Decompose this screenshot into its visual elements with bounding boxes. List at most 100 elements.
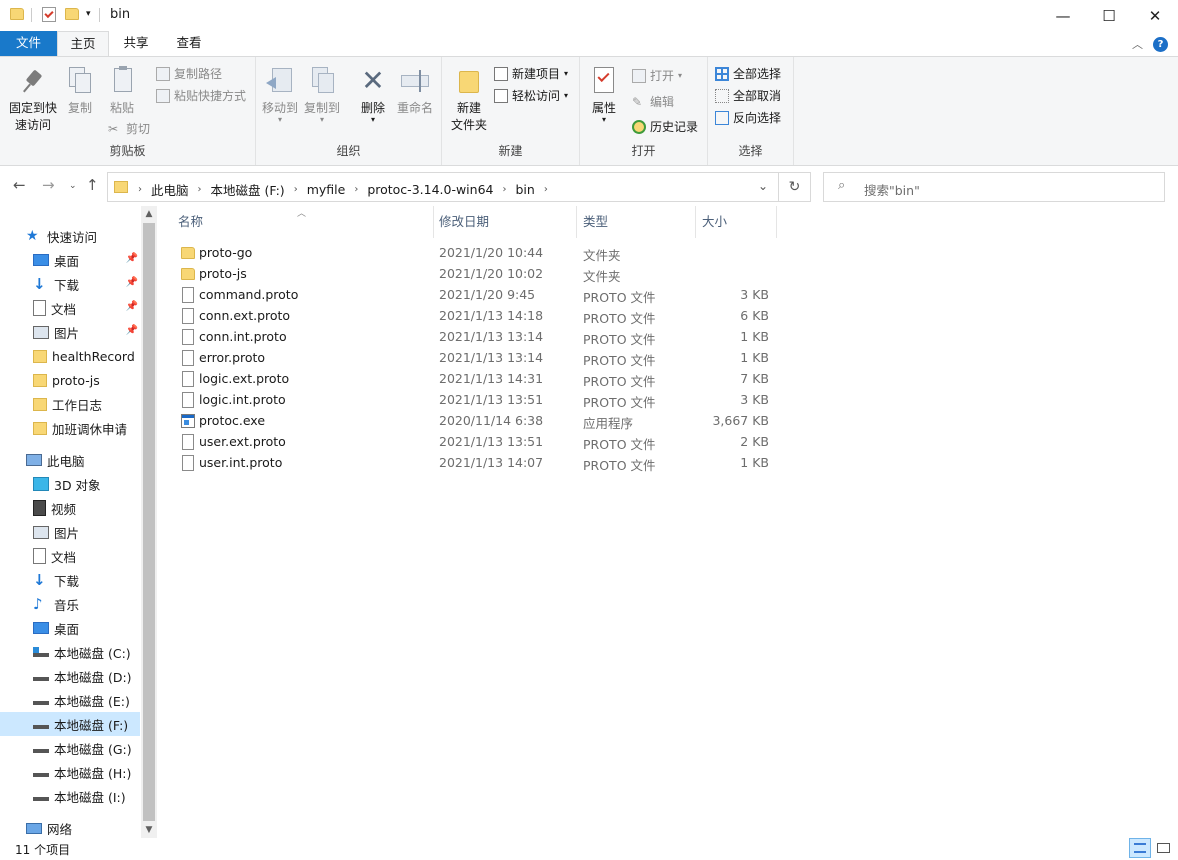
pin-icon[interactable]: 📌 <box>126 277 138 288</box>
invert-selection-button[interactable]: 反向选择 <box>715 109 781 126</box>
collapse-ribbon-icon[interactable]: ︿ <box>1132 36 1143 52</box>
table-row[interactable]: conn.int.proto 2021/1/13 13:14 PROTO 文件 1 K… <box>173 326 777 347</box>
copy-button[interactable]: 复制 <box>62 65 98 117</box>
table-row[interactable]: proto-go 2021/1/20 10:44 文件夹 <box>173 242 777 263</box>
move-to-button[interactable]: 移动到 ▾ <box>260 65 300 124</box>
scroll-down-icon[interactable]: ▼ <box>141 822 157 838</box>
sidebar-network[interactable]: 网络 <box>0 816 140 840</box>
large-icons-view-button[interactable] <box>1152 838 1174 858</box>
sidebar-item-drive-c[interactable]: 本地磁盘 (C:) <box>0 640 140 664</box>
sidebar-item-work-log[interactable]: 工作日志 <box>0 392 140 416</box>
new-folder-quick-icon[interactable] <box>65 8 79 20</box>
computer-icon <box>26 454 42 466</box>
refresh-icon[interactable]: ↻ <box>779 172 811 202</box>
sidebar-item-drive-d[interactable]: 本地磁盘 (D:) <box>0 664 140 688</box>
tab-share[interactable]: 共享 <box>110 31 162 56</box>
edit-button[interactable]: ✎ 编辑 <box>632 93 674 110</box>
search-input[interactable]: 搜索"bin" <box>864 180 920 199</box>
sidebar-item-3d-objects[interactable]: 3D 对象 <box>0 472 140 496</box>
maximize-button[interactable]: ☐ <box>1086 0 1132 31</box>
new-folder-button[interactable]: 新建 文件夹 <box>446 65 492 134</box>
table-row[interactable]: logic.int.proto 2021/1/13 13:51 PROTO 文件 3 … <box>173 389 777 410</box>
details-view-button[interactable] <box>1129 838 1151 858</box>
crumb-this-pc[interactable]: 此电脑 <box>151 180 189 199</box>
select-none-button[interactable]: 全部取消 <box>715 87 781 104</box>
paste-button[interactable]: 粘贴 <box>102 65 142 117</box>
tab-file[interactable]: 文件 <box>0 31 57 56</box>
sidebar-item-downloads[interactable]: ↓ 下载 📌 <box>0 272 140 296</box>
sidebar-item-music[interactable]: ♪ 音乐 <box>0 592 140 616</box>
sidebar-item-drive-f[interactable]: 本地磁盘 (F:) <box>0 712 140 736</box>
sidebar-item-proto-js[interactable]: proto-js <box>0 368 140 392</box>
address-dropdown-icon[interactable]: ⌄ <box>758 179 768 193</box>
forward-arrow-icon[interactable]: → <box>42 176 55 194</box>
sidebar-item-videos[interactable]: 视频 <box>0 496 140 520</box>
easy-access-button[interactable]: 轻松访问 ▾ <box>494 87 568 104</box>
paste-shortcut-button[interactable]: 粘贴快捷方式 <box>156 87 246 104</box>
column-header-name[interactable]: 名称 <box>172 206 434 238</box>
pin-icon[interactable]: 📌 <box>126 253 138 264</box>
table-row[interactable]: protoc.exe 2020/11/14 6:38 应用程序 3,667 KB <box>173 410 777 431</box>
cut-button[interactable]: ✂ 剪切 <box>108 120 150 137</box>
sidebar-item-drive-e[interactable]: 本地磁盘 (E:) <box>0 688 140 712</box>
select-all-button[interactable]: 全部选择 <box>715 65 781 82</box>
rename-button[interactable]: 重命名 <box>394 65 436 117</box>
sidebar-item-pc-downloads[interactable]: ↓ 下载 <box>0 568 140 592</box>
tab-view[interactable]: 查看 <box>162 31 216 56</box>
sidebar-scrollbar[interactable]: ▲ ▼ <box>141 206 157 838</box>
customize-quick-access-icon[interactable]: ▾ <box>86 9 91 19</box>
table-row[interactable]: user.int.proto 2021/1/13 14:07 PROTO 文件 1 K… <box>173 452 777 473</box>
table-row[interactable]: command.proto 2021/1/20 9:45 PROTO 文件 3 KB <box>173 284 777 305</box>
crumb-bin[interactable]: bin <box>515 182 534 197</box>
table-row[interactable]: conn.ext.proto 2021/1/13 14:18 PROTO 文件 6 K… <box>173 305 777 326</box>
sidebar-item-healthrecord[interactable]: healthRecord <box>0 344 140 368</box>
sidebar-item-pictures[interactable]: 图片 📌 <box>0 320 140 344</box>
sidebar-item-pc-pictures[interactable]: 图片 <box>0 520 140 544</box>
help-icon[interactable]: ? <box>1153 36 1168 52</box>
crumb-protoc[interactable]: protoc-3.14.0-win64 <box>367 182 493 197</box>
close-button[interactable]: ✕ <box>1132 0 1178 31</box>
pin-quick-access-button[interactable]: 固定到快 速访问 <box>6 65 60 134</box>
scroll-up-icon[interactable]: ▲ <box>141 206 157 222</box>
sidebar-item-desktop[interactable]: 桌面 📌 <box>0 248 140 272</box>
address-bar[interactable]: › 此电脑 › 本地磁盘 (F:) › myfile › protoc-3.14… <box>107 172 779 202</box>
file-icon <box>182 329 194 345</box>
column-header-size[interactable]: 大小 <box>696 206 777 238</box>
table-row[interactable]: logic.ext.proto 2021/1/13 14:31 PROTO 文件 7 … <box>173 368 777 389</box>
sidebar-item-overtime[interactable]: 加班调休申请 <box>0 416 140 440</box>
recent-locations-icon[interactable]: ⌄ <box>69 181 77 191</box>
copy-path-button[interactable]: 复制路径 <box>156 65 222 82</box>
table-row[interactable]: proto-js 2021/1/20 10:02 文件夹 <box>173 263 777 284</box>
copy-to-button[interactable]: 复制到 ▾ <box>302 65 342 124</box>
scrollbar-thumb[interactable] <box>143 223 155 821</box>
open-button[interactable]: 打开 ▾ <box>632 67 682 84</box>
sidebar-quick-access[interactable]: ★ 快速访问 <box>0 224 140 248</box>
sidebar-this-pc[interactable]: 此电脑 <box>0 448 140 472</box>
sidebar-item-pc-desktop[interactable]: 桌面 <box>0 616 140 640</box>
sidebar-item-documents[interactable]: 文档 📌 <box>0 296 140 320</box>
minimize-button[interactable]: — <box>1040 0 1086 31</box>
column-header-date[interactable]: 修改日期 <box>433 206 577 238</box>
properties-quick-icon[interactable] <box>42 7 56 22</box>
table-row[interactable]: user.ext.proto 2021/1/13 13:51 PROTO 文件 2 K… <box>173 431 777 452</box>
column-header-type[interactable]: 类型 <box>577 206 696 238</box>
crumb-drive-f[interactable]: 本地磁盘 (F:) <box>211 180 285 199</box>
search-box[interactable]: ⌕ 搜索"bin" <box>823 172 1165 202</box>
pin-icon[interactable]: 📌 <box>126 301 138 312</box>
delete-button[interactable]: ✕ 删除 ▾ <box>356 65 390 124</box>
sidebar-item-drive-i[interactable]: 本地磁盘 (I:) <box>0 784 140 808</box>
pin-icon[interactable]: 📌 <box>126 325 138 336</box>
tab-home[interactable]: 主页 <box>57 31 109 56</box>
sidebar-item-drive-g[interactable]: 本地磁盘 (G:) <box>0 736 140 760</box>
new-item-button[interactable]: 新建项目 ▾ <box>494 65 568 82</box>
application-icon <box>181 414 195 428</box>
table-row[interactable]: error.proto 2021/1/13 13:14 PROTO 文件 1 KB <box>173 347 777 368</box>
history-button[interactable]: 历史记录 <box>632 118 698 135</box>
crumb-myfile[interactable]: myfile <box>307 182 346 197</box>
sidebar-item-drive-h[interactable]: 本地磁盘 (H:) <box>0 760 140 784</box>
file-name: logic.int.proto <box>199 392 286 407</box>
up-arrow-icon[interactable]: ↑ <box>86 176 99 194</box>
properties-button[interactable]: 属性 ▾ <box>586 65 622 124</box>
sidebar-item-pc-documents[interactable]: 文档 <box>0 544 140 568</box>
back-arrow-icon[interactable]: ← <box>13 176 26 194</box>
